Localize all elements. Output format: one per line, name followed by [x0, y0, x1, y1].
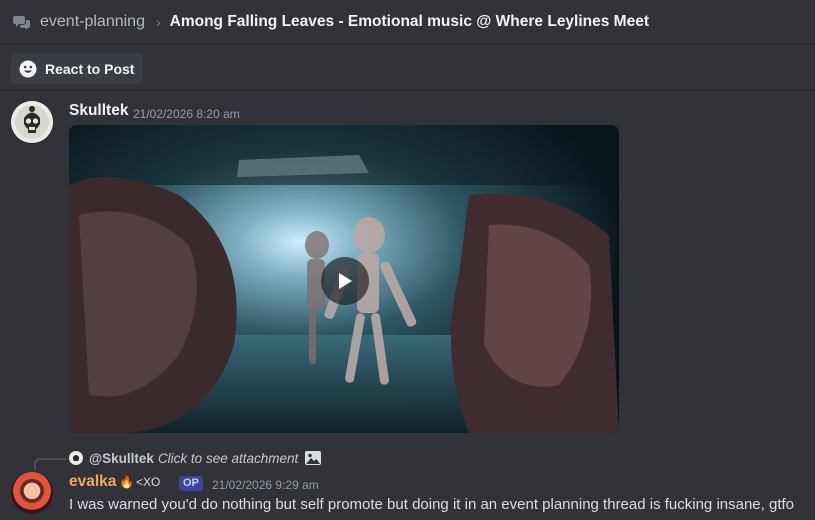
- thread-title: Among Falling Leaves - Emotional music @…: [169, 12, 649, 30]
- play-icon: [339, 273, 352, 289]
- reply-reference[interactable]: @Skulltek Click to see attachment: [69, 449, 322, 467]
- image-icon: [304, 450, 322, 466]
- forum-channel-icon[interactable]: [12, 12, 32, 32]
- op-badge: OP: [179, 476, 203, 491]
- avatar[interactable]: [11, 101, 53, 143]
- channel-name[interactable]: event-planning: [40, 13, 145, 31]
- avatar[interactable]: [11, 472, 53, 514]
- reply-connector: [34, 458, 66, 470]
- react-to-post-label: React to Post: [45, 60, 135, 77]
- reply-text[interactable]: Click to see attachment: [158, 451, 298, 466]
- smile-icon: [19, 60, 37, 77]
- react-to-post-button[interactable]: React to Post: [11, 53, 144, 84]
- mini-avatar-icon: [69, 451, 83, 465]
- message-timestamp: 21/02/2026 8:20 am: [133, 107, 240, 121]
- message-author[interactable]: evalka: [69, 473, 116, 491]
- thread-header: event-planning › Among Falling Leaves - …: [0, 0, 815, 44]
- flame-icon: 🔥: [119, 475, 134, 489]
- play-button[interactable]: [321, 257, 369, 305]
- message-timestamp: 21/02/2026 9:29 am: [212, 478, 319, 492]
- reply-mention[interactable]: @Skulltek: [89, 451, 154, 466]
- message-author[interactable]: Skulltek: [69, 102, 128, 120]
- message-content: I was warned you'd do nothing but self p…: [69, 496, 795, 513]
- post-toolbar: React to Post: [0, 45, 815, 91]
- user-tags: 🔥 <XO: [119, 475, 160, 489]
- user-tag-text: <XO: [135, 475, 161, 489]
- chevron-right-icon: ›: [155, 13, 161, 30]
